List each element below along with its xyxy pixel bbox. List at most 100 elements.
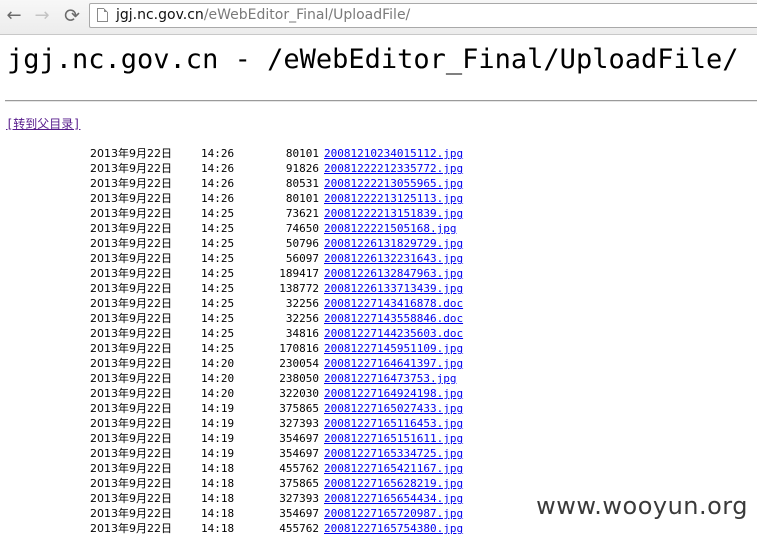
url-host: jgj.nc.gov.cn — [116, 7, 204, 23]
file-size: 375865 — [279, 477, 319, 490]
file-time: 14:18 — [201, 522, 235, 534]
file-link[interactable]: 20081222213055965.jpg — [324, 176, 463, 191]
url-path: /eWebEditor_Final/UploadFile/ — [203, 7, 411, 23]
file-row: 2013年9月22日 14:20 322030 20081227164924198.j… — [0, 386, 470, 401]
file-link[interactable]: 20081227143416878.doc — [324, 296, 463, 311]
horizontal-rule — [5, 100, 757, 102]
file-row: 2013年9月22日 14:26 80531 20081222213055965.jp… — [0, 176, 470, 191]
file-row: 2013年9月22日 14:19 375865 20081227165027433.j… — [0, 401, 470, 416]
file-date: 2013年9月22日 — [90, 222, 172, 235]
file-link[interactable]: 20081226133713439.jpg — [324, 281, 463, 296]
file-date: 2013年9月22日 — [90, 147, 172, 160]
file-size: 170816 — [279, 342, 319, 355]
file-date: 2013年9月22日 — [90, 507, 172, 520]
file-size: 375865 — [279, 402, 319, 415]
file-date: 2013年9月22日 — [90, 342, 172, 355]
file-row: 2013年9月22日 14:25 50796 20081226131829729.jp… — [0, 236, 470, 251]
file-link[interactable]: 20081227165151611.jpg — [324, 431, 463, 446]
url-text[interactable]: jgj.nc.gov.cn/eWebEditor_Final/UploadFil… — [116, 7, 410, 24]
file-date: 2013年9月22日 — [90, 417, 172, 430]
file-link[interactable]: 20081227164924198.jpg — [324, 386, 463, 401]
file-size: 354697 — [279, 447, 319, 460]
file-size: 80101 — [285, 192, 319, 205]
back-arrow-icon[interactable]: ← — [2, 5, 26, 27]
parent-directory-link[interactable]: [转到父目录] — [6, 116, 80, 132]
file-size: 34816 — [285, 327, 319, 340]
page-icon — [97, 8, 108, 22]
file-link[interactable]: 20081222212335772.jpg — [324, 161, 463, 176]
file-size: 32256 — [285, 312, 319, 325]
file-link[interactable]: 20081226131829729.jpg — [324, 236, 463, 251]
file-time: 14:19 — [201, 417, 235, 430]
file-date: 2013年9月22日 — [90, 402, 172, 415]
file-time: 14:19 — [201, 402, 235, 415]
file-row: 2013年9月22日 14:25 32256 20081227143558846.do… — [0, 311, 470, 326]
file-row: 2013年9月22日 14:19 354697 20081227165334725.j… — [0, 446, 470, 461]
file-listing: 2013年9月22日 14:26 80101 20081210234015112.jp… — [0, 146, 470, 534]
file-time: 14:18 — [201, 507, 235, 520]
reload-icon[interactable]: ⟳ — [60, 5, 84, 27]
file-link[interactable]: 20081227144235603.doc — [324, 326, 463, 341]
watermark-text: www.wooyun.org — [536, 492, 748, 520]
file-size: 50796 — [285, 237, 319, 250]
file-size: 91826 — [285, 162, 319, 175]
file-row: 2013年9月22日 14:26 91826 20081222212335772.jp… — [0, 161, 470, 176]
file-size: 80531 — [285, 177, 319, 190]
file-link[interactable]: 20081227165628219.jpg — [324, 476, 463, 491]
file-link[interactable]: 20081227165754380.jpg — [324, 521, 463, 534]
file-link[interactable]: 20081226132231643.jpg — [324, 251, 463, 266]
file-row: 2013年9月22日 14:25 189417 20081226132847963.j… — [0, 266, 470, 281]
file-link[interactable]: 20081227165027433.jpg — [324, 401, 463, 416]
file-row: 2013年9月22日 14:25 74650 2008122221505168.jpg — [0, 221, 470, 236]
file-row: 2013年9月22日 14:19 327393 20081227165116453.j… — [0, 416, 470, 431]
file-link[interactable]: 20081222213151839.jpg — [324, 206, 463, 221]
file-link[interactable]: 20081227145951109.jpg — [324, 341, 463, 356]
file-link[interactable]: 20081227143558846.doc — [324, 311, 463, 326]
file-size: 455762 — [279, 522, 319, 534]
file-time: 14:20 — [201, 372, 235, 385]
file-link[interactable]: 2008122221505168.jpg — [324, 221, 456, 236]
file-link[interactable]: 20081227164641397.jpg — [324, 356, 463, 371]
forward-arrow-icon[interactable]: → — [30, 5, 54, 27]
file-link[interactable]: 20081227165334725.jpg — [324, 446, 463, 461]
file-size: 74650 — [285, 222, 319, 235]
file-time: 14:25 — [201, 207, 235, 220]
file-row: 2013年9月22日 14:25 34816 20081227144235603.do… — [0, 326, 470, 341]
file-size: 138772 — [279, 282, 319, 295]
file-link[interactable]: 20081226132847963.jpg — [324, 266, 463, 281]
file-time: 14:25 — [201, 267, 235, 280]
file-row: 2013年9月22日 14:26 80101 20081222213125113.jp… — [0, 191, 470, 206]
file-link[interactable]: 2008122716473753.jpg — [324, 371, 456, 386]
file-time: 14:18 — [201, 462, 235, 475]
file-time: 14:25 — [201, 252, 235, 265]
file-time: 14:19 — [201, 432, 235, 445]
file-date: 2013年9月22日 — [90, 327, 172, 340]
file-row: 2013年9月22日 14:25 56097 20081226132231643.jp… — [0, 251, 470, 266]
file-size: 327393 — [279, 492, 319, 505]
file-row: 2013年9月22日 14:25 32256 20081227143416878.do… — [0, 296, 470, 311]
file-link[interactable]: 20081227165654434.jpg — [324, 491, 463, 506]
file-link[interactable]: 20081227165720987.jpg — [324, 506, 463, 521]
file-row: 2013年9月22日 14:19 354697 20081227165151611.j… — [0, 431, 470, 446]
file-time: 14:25 — [201, 297, 235, 310]
file-time: 14:25 — [201, 282, 235, 295]
address-bar[interactable]: jgj.nc.gov.cn/eWebEditor_Final/UploadFil… — [89, 3, 757, 28]
file-size: 189417 — [279, 267, 319, 280]
file-size: 322030 — [279, 387, 319, 400]
file-date: 2013年9月22日 — [90, 462, 172, 475]
file-date: 2013年9月22日 — [90, 372, 172, 385]
file-row: 2013年9月22日 14:20 238050 2008122716473753.jp… — [0, 371, 470, 386]
file-row: 2013年9月22日 14:20 230054 20081227164641397.j… — [0, 356, 470, 371]
file-link[interactable]: 20081210234015112.jpg — [324, 146, 463, 161]
file-size: 32256 — [285, 297, 319, 310]
file-date: 2013年9月22日 — [90, 432, 172, 445]
file-link[interactable]: 20081222213125113.jpg — [324, 191, 463, 206]
file-date: 2013年9月22日 — [90, 252, 172, 265]
file-date: 2013年9月22日 — [90, 312, 172, 325]
file-link[interactable]: 20081227165116453.jpg — [324, 416, 463, 431]
file-date: 2013年9月22日 — [90, 207, 172, 220]
file-date: 2013年9月22日 — [90, 522, 172, 534]
file-date: 2013年9月22日 — [90, 177, 172, 190]
file-size: 230054 — [279, 357, 319, 370]
file-link[interactable]: 20081227165421167.jpg — [324, 461, 463, 476]
